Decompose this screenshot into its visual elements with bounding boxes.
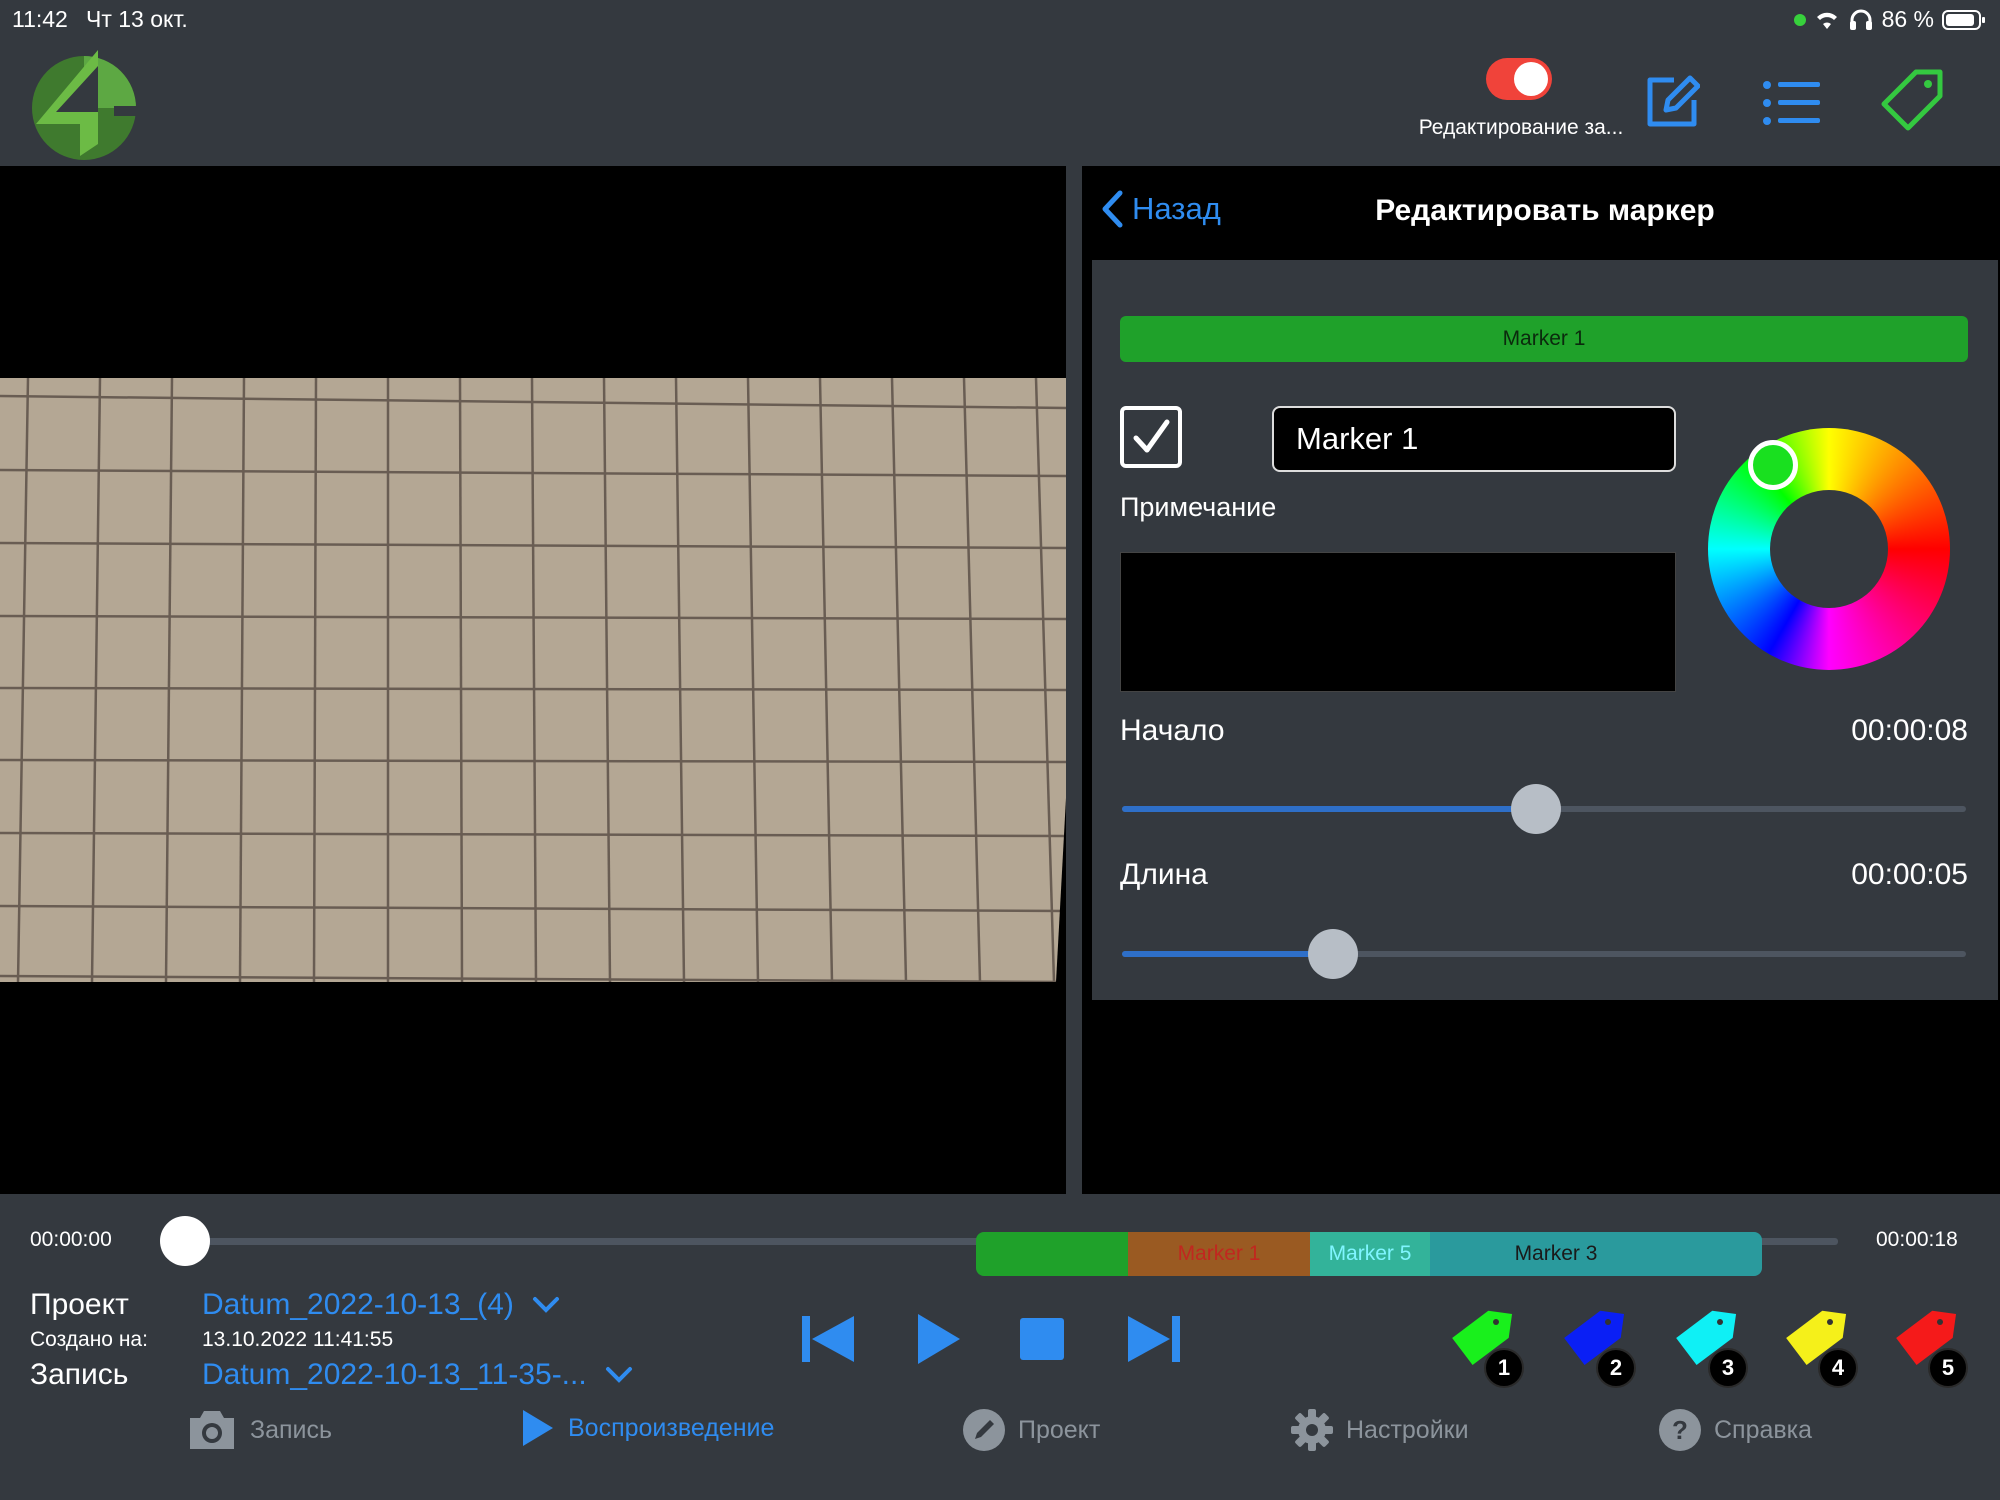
- project-value: Datum_2022-10-13_(4): [202, 1288, 514, 1321]
- start-value: 00:00:08: [1851, 714, 1968, 747]
- app-header: [0, 36, 2000, 166]
- nav-project[interactable]: Проект: [962, 1408, 1100, 1452]
- tag-number: 1: [1484, 1348, 1524, 1388]
- length-slider-thumb[interactable]: [1308, 929, 1358, 979]
- battery-icon: [1942, 9, 1985, 30]
- edit-icon[interactable]: [1644, 74, 1700, 130]
- svg-text:?: ?: [1672, 1415, 1688, 1445]
- nav-label: Воспроизведение: [568, 1413, 775, 1442]
- timeline-playhead[interactable]: [160, 1216, 210, 1266]
- help-icon: ?: [1659, 1409, 1701, 1451]
- panel-divider: [1066, 166, 1082, 1194]
- status-time: 11:42: [12, 6, 68, 32]
- tag-number: 5: [1928, 1348, 1968, 1388]
- back-label: Назад: [1132, 191, 1221, 226]
- camera-icon: [190, 1411, 234, 1449]
- checkmark-icon: [1133, 419, 1170, 453]
- chevron-left-icon: [1102, 190, 1123, 228]
- color-picker-handle[interactable]: [1748, 440, 1798, 490]
- chevron-down-icon: [605, 1367, 632, 1383]
- stop-icon[interactable]: [1018, 1316, 1066, 1362]
- nav-label: Справка: [1714, 1415, 1813, 1444]
- color-wheel-center: [1770, 490, 1888, 608]
- timeline-segment-marker1[interactable]: Marker 1: [1128, 1232, 1310, 1276]
- list-icon[interactable]: [1762, 80, 1822, 126]
- edit-mode-label: Редактирование за...: [1418, 116, 1624, 139]
- timeline-start-time: 00:00:00: [30, 1228, 112, 1251]
- marker-tag-1-button[interactable]: 1: [1446, 1306, 1524, 1388]
- nav-label: Проект: [1018, 1415, 1101, 1444]
- start-label: Начало: [1120, 714, 1225, 747]
- chevron-down-icon: [532, 1297, 559, 1313]
- color-wheel[interactable]: [1708, 428, 1950, 670]
- edit-mode-toggle[interactable]: [1486, 58, 1552, 100]
- segment-label: Marker 5: [1328, 1242, 1412, 1265]
- nav-settings[interactable]: Настройки: [1290, 1408, 1469, 1452]
- project-select[interactable]: Datum_2022-10-13_(4): [202, 1288, 560, 1322]
- tag-icon[interactable]: [1880, 68, 1946, 134]
- segment-label: Marker 1: [1177, 1242, 1261, 1265]
- tag-number: 2: [1596, 1348, 1636, 1388]
- status-right: 86 %: [1793, 6, 1986, 33]
- gear-icon: [1291, 1409, 1333, 1451]
- nav-label: Запись: [250, 1415, 333, 1444]
- project-label: Проект: [30, 1288, 129, 1321]
- marker-tag-5-button[interactable]: 5: [1890, 1306, 1968, 1388]
- signal-dot-icon: [1793, 13, 1806, 26]
- marker-enabled-checkbox[interactable]: [1120, 406, 1182, 468]
- video-frame: [0, 378, 1066, 982]
- marker-name-input[interactable]: [1272, 406, 1676, 472]
- start-slider-fill: [1122, 806, 1536, 812]
- battery-percent: 86 %: [1881, 6, 1934, 32]
- marker-tag-3-button[interactable]: 3: [1670, 1306, 1748, 1388]
- nav-playback[interactable]: Воспроизведение: [520, 1408, 774, 1448]
- status-bar: 11:42 Чт 13 окт. 86 %: [0, 0, 2000, 36]
- back-button[interactable]: Назад: [1100, 190, 1221, 228]
- nav-help[interactable]: ? Справка: [1658, 1408, 1812, 1452]
- length-label: Длина: [1120, 858, 1208, 891]
- play-icon: [523, 1410, 553, 1446]
- record-label: Запись: [30, 1358, 129, 1391]
- nav-record[interactable]: Запись: [186, 1408, 332, 1452]
- start-slider-thumb[interactable]: [1510, 784, 1561, 834]
- record-value: Datum_2022-10-13_11-35-...: [202, 1358, 587, 1391]
- grid-paper-image: [0, 378, 1066, 982]
- logo-icon: [32, 50, 142, 160]
- record-select[interactable]: Datum_2022-10-13_11-35-...: [202, 1358, 633, 1392]
- tag-number: 3: [1708, 1348, 1748, 1388]
- timeline-segment-marker5[interactable]: Marker 5: [1310, 1232, 1430, 1276]
- nav-label: Настройки: [1346, 1415, 1469, 1444]
- timeline-segment-marker3[interactable]: Marker 3: [1430, 1232, 1762, 1276]
- marker-tag-4-button[interactable]: 4: [1780, 1306, 1858, 1388]
- tag-number: 4: [1818, 1348, 1858, 1388]
- panel-title: Редактировать маркер: [1375, 194, 1715, 227]
- timeline-end-time: 00:00:18: [1876, 1228, 1958, 1251]
- marker-preview-bar: Marker 1: [1120, 316, 1968, 362]
- note-label: Примечание: [1120, 492, 1277, 522]
- status-date: Чт 13 окт.: [86, 6, 188, 32]
- note-textarea[interactable]: [1120, 552, 1676, 692]
- created-value: 13.10.2022 11:41:55: [202, 1328, 394, 1351]
- skip-back-icon[interactable]: [800, 1314, 856, 1364]
- pencil-icon: [963, 1409, 1005, 1451]
- length-slider-fill: [1122, 951, 1333, 957]
- timeline-segment-marker1-start[interactable]: [976, 1232, 1128, 1276]
- wifi-icon: [1816, 12, 1837, 29]
- marker-tag-2-button[interactable]: 2: [1558, 1306, 1636, 1388]
- segment-label: Marker 3: [1514, 1242, 1598, 1265]
- play-icon[interactable]: [916, 1312, 962, 1366]
- length-value: 00:00:05: [1851, 858, 1968, 891]
- created-label: Создано на:: [30, 1328, 148, 1351]
- headphones-icon: [1849, 9, 1872, 30]
- toggle-knob: [1514, 62, 1548, 96]
- skip-forward-icon[interactable]: [1126, 1314, 1182, 1364]
